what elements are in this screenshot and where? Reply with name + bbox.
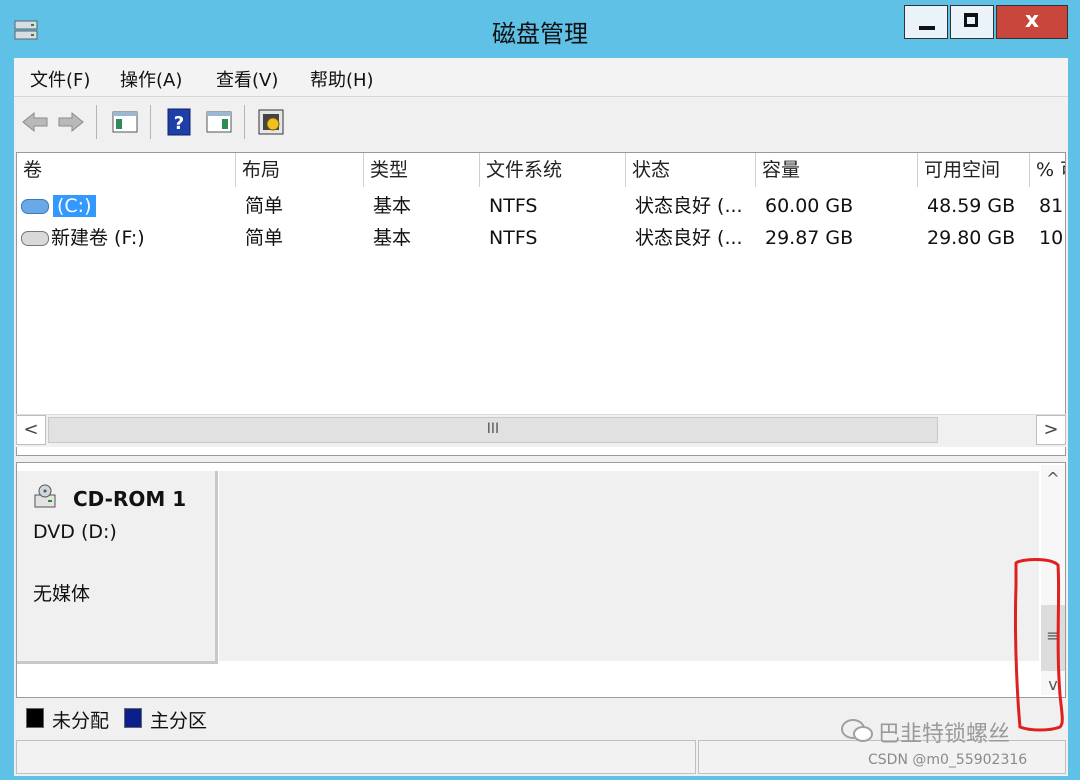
forward-arrow-icon[interactable]	[56, 107, 86, 137]
status-section-main	[16, 740, 696, 774]
maximize-button[interactable]	[950, 5, 994, 39]
filesystem-cell: NTFS	[489, 227, 538, 249]
title-bar[interactable]: 磁盘管理 x	[0, 0, 1080, 58]
maximize-icon	[964, 13, 978, 27]
disk-media-status: 无媒体	[33, 583, 91, 605]
cd-rom-icon	[34, 484, 56, 508]
filesystem-cell: NTFS	[489, 195, 538, 217]
action-pane-icon[interactable]	[204, 107, 234, 137]
type-cell: 基本	[373, 227, 412, 249]
toolbar: ?	[14, 96, 1068, 153]
csdn-credit: CSDN @m0_55902316	[868, 752, 1028, 768]
column-header-volume[interactable]: 卷	[17, 153, 236, 187]
horizontal-scroll-thumb[interactable]: III	[48, 417, 938, 443]
scroll-left-button[interactable]: <	[16, 415, 46, 445]
type-cell: 基本	[373, 195, 412, 217]
toolbar-separator	[150, 105, 151, 139]
primary-partition-swatch	[124, 708, 142, 728]
menu-help[interactable]: 帮助(H)	[310, 66, 374, 92]
free-space-cell: 29.80 GB	[927, 227, 1016, 249]
close-icon: x	[1024, 8, 1040, 33]
volume-list: 卷 布局 类型 文件系统 状态 容量 可用空间 % 可 (C:) 简单 基本 N…	[16, 152, 1066, 456]
unallocated-swatch	[26, 708, 44, 728]
free-space-cell: 48.59 GB	[927, 195, 1016, 217]
volume-disk-icon	[21, 199, 49, 214]
column-header-percent-free[interactable]: % 可	[1030, 153, 1065, 187]
minimize-button[interactable]	[904, 5, 948, 39]
status-cell: 状态良好 (...	[635, 195, 743, 217]
volume-name[interactable]: 新建卷 (F:)	[51, 222, 145, 254]
disk-management-window: 磁盘管理 x 文件(F) 操作(A) 查看(V) 帮助(H) ? 卷 布局 类型…	[0, 0, 1080, 780]
console-tree-icon[interactable]	[110, 107, 140, 137]
volume-table-header: 卷 布局 类型 文件系统 状态 容量 可用空间 % 可	[17, 153, 1065, 189]
percent-free-cell: 81	[1039, 195, 1063, 217]
volume-disk-icon	[21, 231, 49, 246]
column-header-capacity[interactable]: 容量	[756, 153, 918, 187]
help-icon[interactable]: ?	[164, 107, 194, 137]
red-highlight-annotation	[1013, 558, 1064, 732]
menu-action[interactable]: 操作(A)	[120, 66, 182, 92]
column-header-free-space[interactable]: 可用空间	[918, 153, 1030, 187]
svg-text:?: ?	[174, 113, 184, 134]
legend-unallocated: 未分配	[52, 710, 110, 732]
back-arrow-icon[interactable]	[20, 107, 50, 137]
menu-bar: 文件(F) 操作(A) 查看(V) 帮助(H)	[14, 58, 1068, 96]
volume-name[interactable]: (C:)	[53, 195, 96, 217]
menu-view[interactable]: 查看(V)	[216, 66, 278, 92]
minimize-icon	[919, 26, 935, 30]
disk-graphical-view: CD-ROM 1 DVD (D:) 无媒体 ^ ≡ v	[16, 462, 1066, 698]
capacity-cell: 29.87 GB	[765, 227, 854, 249]
capacity-cell: 60.00 GB	[765, 195, 854, 217]
percent-free-cell: 100	[1039, 227, 1063, 249]
scroll-right-button[interactable]: >	[1036, 415, 1066, 445]
properties-icon[interactable]	[256, 107, 286, 137]
client-area: 文件(F) 操作(A) 查看(V) 帮助(H) ? 卷 布局 类型 文件系统 状…	[14, 58, 1068, 776]
close-button[interactable]: x	[996, 5, 1068, 39]
horizontal-scrollbar[interactable]: < III >	[16, 414, 1066, 447]
disk-partition-area[interactable]	[219, 471, 1039, 661]
table-row[interactable]: (C:) 简单 基本 NTFS 状态良好 (... 60.00 GB 48.59…	[17, 190, 1065, 222]
disk-name: CD-ROM 1	[73, 487, 187, 511]
table-row[interactable]: 新建卷 (F:) 简单 基本 NTFS 状态良好 (... 29.87 GB 2…	[17, 222, 1065, 254]
column-header-status[interactable]: 状态	[626, 153, 756, 187]
wechat-icon	[841, 719, 873, 742]
status-cell: 状态良好 (...	[635, 227, 743, 249]
legend-primary-partition: 主分区	[150, 710, 208, 732]
scroll-up-button[interactable]: ^	[1041, 465, 1065, 493]
layout-cell: 简单	[245, 195, 284, 217]
column-header-filesystem[interactable]: 文件系统	[480, 153, 626, 187]
toolbar-separator	[244, 105, 245, 139]
disk-type: DVD (D:)	[33, 521, 117, 543]
disk-info-panel[interactable]: CD-ROM 1 DVD (D:) 无媒体	[17, 471, 218, 664]
menu-file[interactable]: 文件(F)	[30, 66, 90, 92]
toolbar-separator	[96, 105, 97, 139]
layout-cell: 简单	[245, 227, 284, 249]
column-header-layout[interactable]: 布局	[236, 153, 364, 187]
watermark-text: 巴韭特锁螺丝	[878, 722, 1011, 747]
column-header-type[interactable]: 类型	[364, 153, 480, 187]
